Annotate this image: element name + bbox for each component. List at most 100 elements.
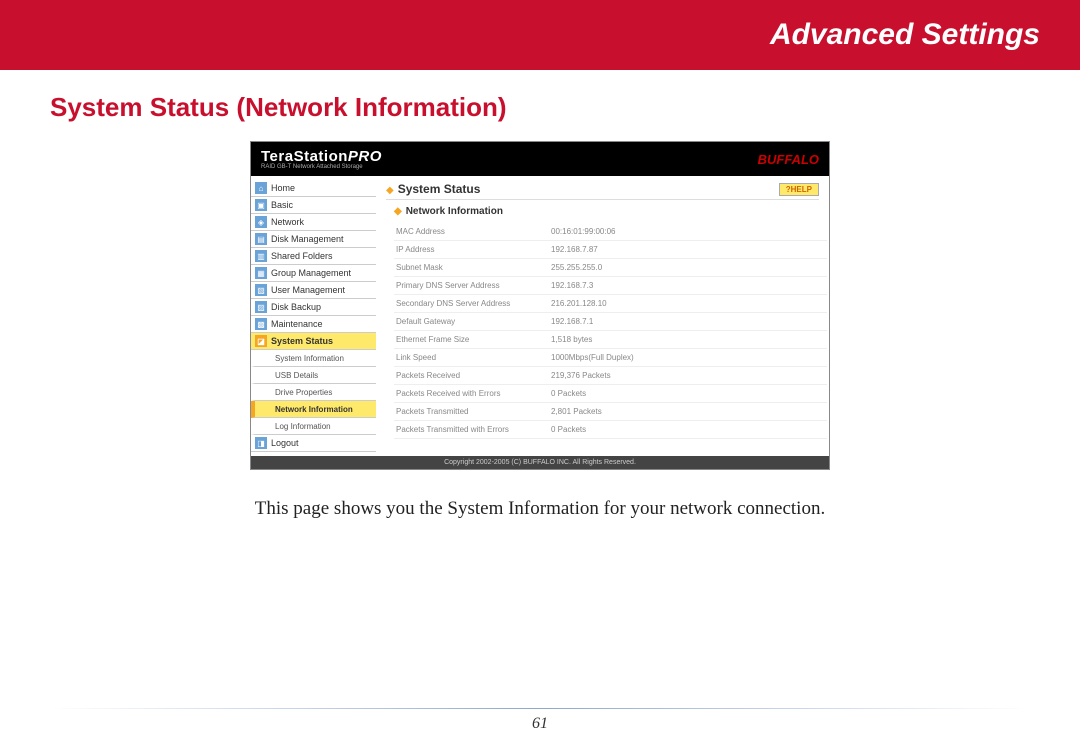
app-footer: Copyright 2002-2005 (C) BUFFALO INC. All… <box>251 456 829 469</box>
caption-text: This page shows you the System Informati… <box>0 498 1080 520</box>
info-value: 2,801 Packets <box>549 403 827 421</box>
sidebar-item-user-management[interactable]: ▧ User Management <box>251 282 376 299</box>
info-label: Subnet Mask <box>394 259 549 277</box>
info-value: 255.255.255.0 <box>549 259 827 277</box>
content-panel: ◆System Status ?HELP ◆ Network Informatio… <box>376 176 829 456</box>
sidebar-item-network[interactable]: ◈Network <box>251 214 376 231</box>
table-row: Link Speed1000Mbps(Full Duplex) <box>394 349 827 367</box>
page-number: 61 <box>532 715 548 732</box>
brand-logo: BUFFALO <box>758 152 819 167</box>
sidebar-subitem-label: Network Information <box>275 405 353 414</box>
sidebar-item-label: User Management <box>271 285 345 295</box>
table-row: Secondary DNS Server Address216.201.128.… <box>394 295 827 313</box>
sidebar-subitem-usb-details[interactable]: USB Details <box>251 367 376 384</box>
info-label: Packets Transmitted <box>394 403 549 421</box>
table-row: Packets Transmitted with Errors0 Packets <box>394 421 827 439</box>
help-button[interactable]: ?HELP <box>779 183 819 196</box>
table-row: Packets Received219,376 Packets <box>394 367 827 385</box>
sidebar-item-disk-backup[interactable]: ▨ Disk Backup <box>251 299 376 316</box>
content-subtitle: Network Information <box>406 206 503 217</box>
info-value: 192.168.7.87 <box>549 241 827 259</box>
sidebar-subitem-label: USB Details <box>275 371 318 380</box>
info-label: Ethernet Frame Size <box>394 331 549 349</box>
sidebar-subitem-log-information[interactable]: Log Information <box>251 418 376 435</box>
sidebar-item-logout[interactable]: ◨ Logout <box>251 435 376 452</box>
info-value: 219,376 Packets <box>549 367 827 385</box>
home-icon: ⌂ <box>255 182 267 194</box>
sidebar-subitem-label: Log Information <box>275 422 331 431</box>
info-value: 0 Packets <box>549 421 827 439</box>
content-subtitle-wrap: ◆ Network Information <box>394 206 819 217</box>
page-footer: 61 <box>0 708 1080 733</box>
info-label: Secondary DNS Server Address <box>394 295 549 313</box>
banner: Advanced Settings <box>0 0 1080 70</box>
sidebar-item-label: Home <box>271 183 295 193</box>
disk-icon: ▤ <box>255 233 267 245</box>
app-body: ⌂ Home ▣ Basic ◈Network ▤ Disk Management ▥… <box>251 176 829 456</box>
info-label: Link Speed <box>394 349 549 367</box>
info-label: Primary DNS Server Address <box>394 277 549 295</box>
bullet-icon: ◆ <box>394 206 402 217</box>
logo-pro: PRO <box>348 148 382 165</box>
info-label: MAC Address <box>394 223 549 241</box>
sidebar-item-disk-management[interactable]: ▤ Disk Management <box>251 231 376 248</box>
content-header: ◆System Status ?HELP <box>386 182 819 200</box>
sidebar-item-shared-folders[interactable]: ▥ Shared Folders <box>251 248 376 265</box>
info-value: 1000Mbps(Full Duplex) <box>549 349 827 367</box>
sidebar-item-label: Disk Backup <box>271 302 321 312</box>
sidebar-item-group-management[interactable]: ▦Group Management <box>251 265 376 282</box>
sidebar: ⌂ Home ▣ Basic ◈Network ▤ Disk Management ▥… <box>251 176 376 456</box>
sidebar-item-system-status[interactable]: ◪ System Status <box>251 333 376 350</box>
info-label: Packets Received <box>394 367 549 385</box>
sidebar-item-home[interactable]: ⌂ Home <box>251 180 376 197</box>
group-icon: ▦ <box>255 267 267 279</box>
info-value: 0 Packets <box>549 385 827 403</box>
table-row: IP Address192.168.7.87 <box>394 241 827 259</box>
sidebar-item-label: Disk Management <box>271 234 344 244</box>
sidebar-item-maintenance[interactable]: ▩Maintenance <box>251 316 376 333</box>
logo-main: TeraStation <box>261 148 348 165</box>
logout-icon: ◨ <box>255 437 267 449</box>
table-row: Packets Received with Errors0 Packets <box>394 385 827 403</box>
sidebar-item-label: Logout <box>271 438 299 448</box>
logo-subtitle: RAID GB-T Network Attached Storage <box>261 164 382 170</box>
sidebar-subitem-system-information[interactable]: System Information <box>251 350 376 367</box>
info-label: Packets Transmitted with Errors <box>394 421 549 439</box>
info-value: 216.201.128.10 <box>549 295 827 313</box>
table-row: Primary DNS Server Address192.168.7.3 <box>394 277 827 295</box>
info-value: 00:16:01:99:00:06 <box>549 223 827 241</box>
section-title: System Status (Network Information) <box>50 92 1080 123</box>
network-icon: ◈ <box>255 216 267 228</box>
divider <box>50 708 1030 709</box>
content-title: System Status <box>398 182 481 196</box>
app-screenshot: TeraStationPRO RAID GB-T Network Attache… <box>250 141 830 470</box>
table-row: Ethernet Frame Size1,518 bytes <box>394 331 827 349</box>
sidebar-subitem-network-information[interactable]: Network Information <box>251 401 376 418</box>
app-header: TeraStationPRO RAID GB-T Network Attache… <box>251 142 829 176</box>
info-label: IP Address <box>394 241 549 259</box>
user-icon: ▧ <box>255 284 267 296</box>
table-row: Default Gateway192.168.7.1 <box>394 313 827 331</box>
table-row: Subnet Mask255.255.255.0 <box>394 259 827 277</box>
backup-icon: ▨ <box>255 301 267 313</box>
logo-text: TeraStationPRO <box>261 149 382 164</box>
sidebar-item-basic[interactable]: ▣ Basic <box>251 197 376 214</box>
basic-icon: ▣ <box>255 199 267 211</box>
banner-title: Advanced Settings <box>770 18 1040 52</box>
status-icon: ◪ <box>255 335 267 347</box>
sidebar-item-label: System Status <box>271 336 333 346</box>
network-info-table: MAC Address00:16:01:99:00:06IP Address19… <box>394 223 827 439</box>
info-label: Packets Received with Errors <box>394 385 549 403</box>
sidebar-item-label: Maintenance <box>271 319 323 329</box>
info-value: 192.168.7.3 <box>549 277 827 295</box>
sidebar-subitem-drive-properties[interactable]: Drive Properties <box>251 384 376 401</box>
info-label: Default Gateway <box>394 313 549 331</box>
table-row: MAC Address00:16:01:99:00:06 <box>394 223 827 241</box>
sidebar-subitem-label: Drive Properties <box>275 388 332 397</box>
folder-icon: ▥ <box>255 250 267 262</box>
sidebar-item-label: Basic <box>271 200 293 210</box>
content-title-wrap: ◆System Status <box>386 182 480 196</box>
info-value: 192.168.7.1 <box>549 313 827 331</box>
sidebar-item-label: Shared Folders <box>271 251 333 261</box>
app-logo: TeraStationPRO RAID GB-T Network Attache… <box>261 149 382 170</box>
